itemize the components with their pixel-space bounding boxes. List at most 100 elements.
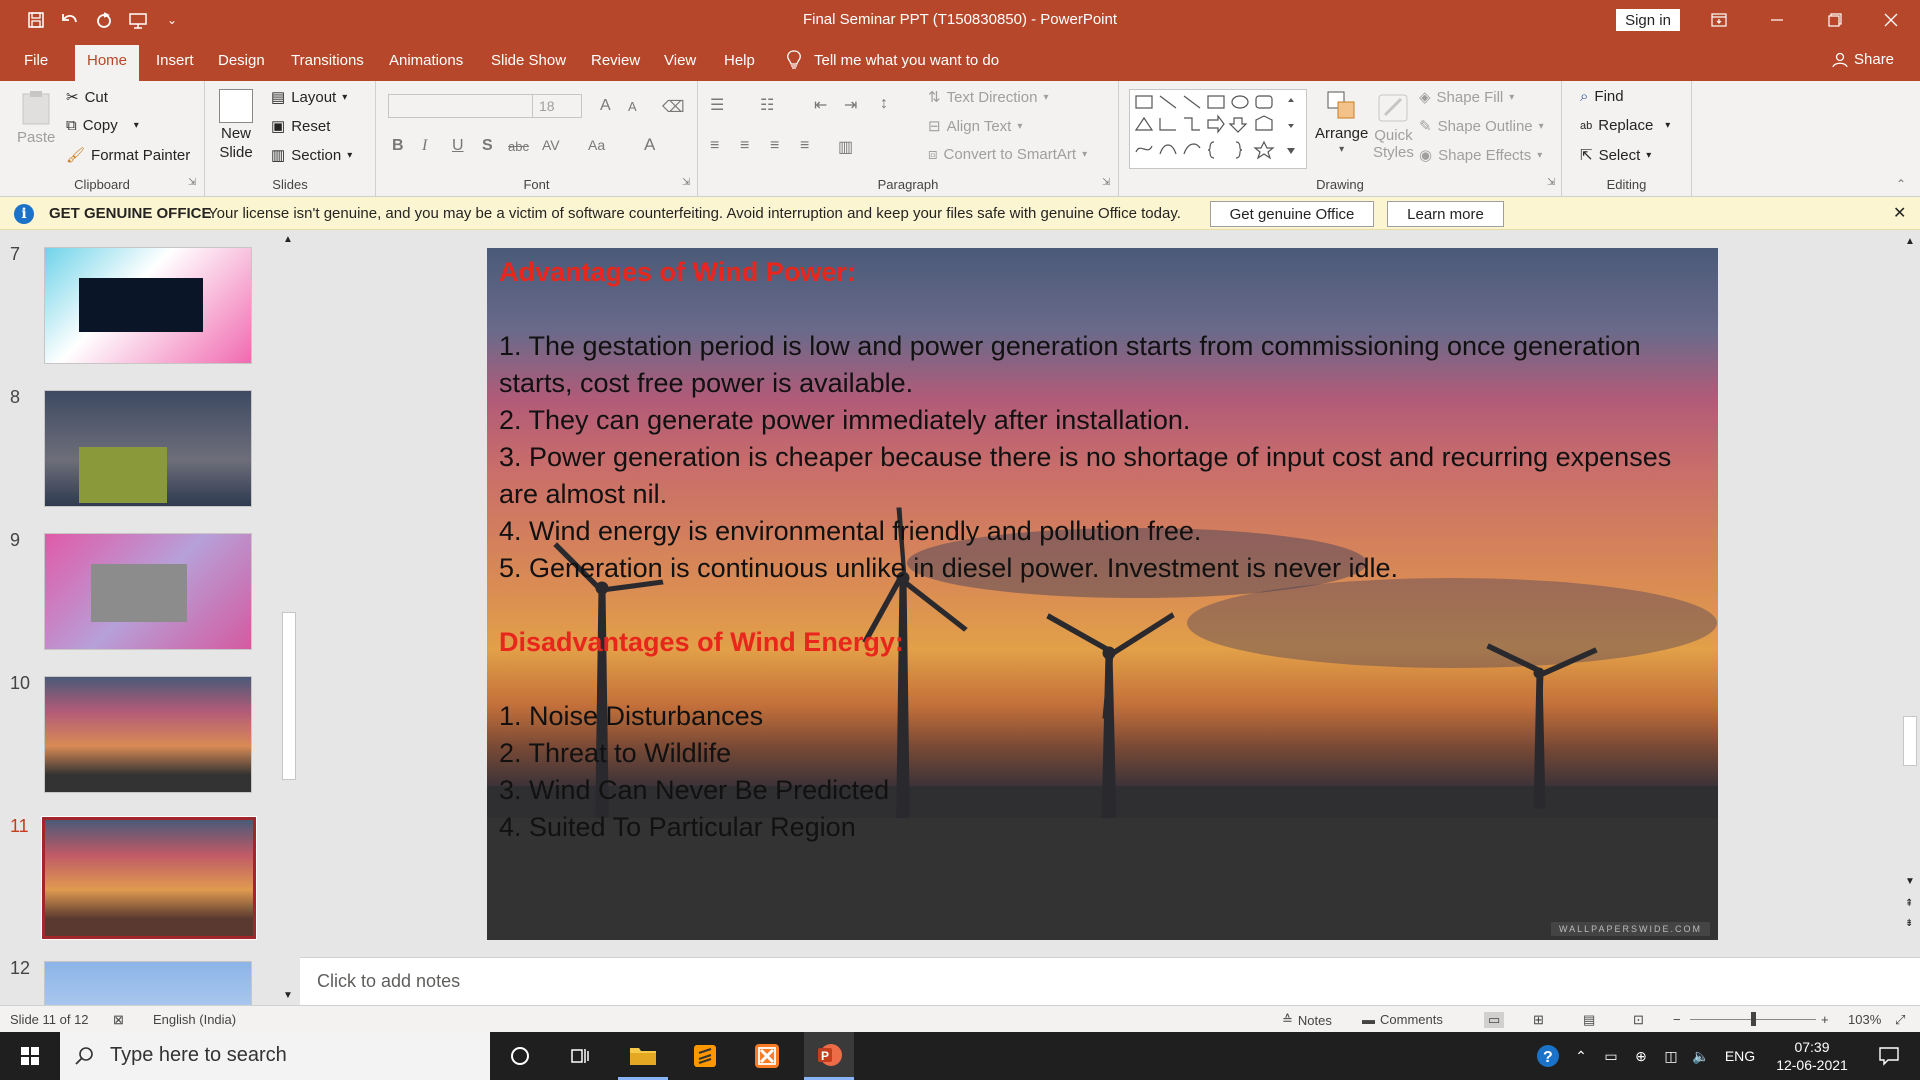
- cut-button[interactable]: ✂ Cut: [66, 88, 108, 107]
- slideshow-view-icon[interactable]: ⊡: [1633, 1012, 1644, 1028]
- taskbar-search-box[interactable]: Type here to search: [60, 1032, 490, 1080]
- scroll-down-icon[interactable]: ▼: [1905, 876, 1915, 887]
- dialog-launcher-icon[interactable]: ⇲: [1102, 177, 1110, 188]
- arrange-button[interactable]: Arrange ▾: [1315, 89, 1368, 155]
- next-slide-icon[interactable]: ⇟: [1905, 918, 1913, 929]
- shrink-font-icon[interactable]: A: [628, 99, 637, 114]
- thumbnail-scrollbar[interactable]: ▲ ▼: [279, 230, 297, 1005]
- increase-indent-icon[interactable]: ⇥: [844, 95, 857, 115]
- tell-me-box[interactable]: Tell me what you want to do: [786, 50, 999, 70]
- restore-icon[interactable]: [1812, 0, 1858, 40]
- change-case-button[interactable]: Aa: [588, 137, 605, 153]
- speaker-icon[interactable]: 🔈: [1688, 1032, 1714, 1080]
- convert-smartart-button[interactable]: ⧈ Convert to SmartArt ▾: [928, 146, 1087, 163]
- font-color-button[interactable]: A: [644, 135, 655, 155]
- comments-button[interactable]: ▬ Comments: [1362, 1012, 1443, 1027]
- windows-start-icon[interactable]: [5, 1032, 55, 1080]
- align-center-icon[interactable]: ≡: [740, 137, 749, 155]
- show-hidden-icons-icon[interactable]: ⌃: [1570, 1032, 1592, 1080]
- share-button[interactable]: Share: [1832, 51, 1894, 68]
- xampp-icon[interactable]: [742, 1032, 792, 1080]
- zoom-in-icon[interactable]: +: [1821, 1012, 1829, 1027]
- dialog-launcher-icon[interactable]: ⇲: [1547, 177, 1555, 188]
- shape-fill-button[interactable]: ◈ Shape Fill ▾: [1419, 88, 1514, 107]
- justify-icon[interactable]: ≡: [800, 137, 809, 155]
- tab-insert[interactable]: Insert: [156, 52, 194, 69]
- previous-slide-icon[interactable]: ⇞: [1905, 898, 1913, 909]
- shapes-gallery[interactable]: [1129, 89, 1307, 169]
- slide-scrollbar[interactable]: ▲ ▼ ⇞ ⇟: [1900, 230, 1920, 957]
- shape-effects-button[interactable]: ◉ Shape Effects ▾: [1419, 146, 1542, 165]
- scroll-up-icon[interactable]: ▲: [1905, 236, 1915, 247]
- cortana-icon[interactable]: [495, 1032, 545, 1080]
- tab-view[interactable]: View: [664, 52, 696, 69]
- tab-slide-show[interactable]: Slide Show: [491, 52, 566, 69]
- fit-to-window-icon[interactable]: ⤢: [1895, 1012, 1905, 1028]
- get-genuine-office-button[interactable]: Get genuine Office: [1210, 201, 1374, 227]
- globe-icon[interactable]: ⊕: [1628, 1032, 1654, 1080]
- select-button[interactable]: ⇱ Select ▾: [1580, 146, 1651, 165]
- slide-thumbnail-11[interactable]: [41, 816, 257, 940]
- decrease-indent-icon[interactable]: ⇤: [814, 95, 827, 115]
- language-indicator[interactable]: English (India): [153, 1012, 236, 1027]
- bullets-icon[interactable]: ☰: [710, 95, 724, 115]
- reading-view-icon[interactable]: ▤: [1583, 1012, 1595, 1028]
- font-name-combo[interactable]: [388, 94, 533, 118]
- tab-design[interactable]: Design: [218, 52, 265, 69]
- slide-sorter-icon[interactable]: ⊞: [1533, 1012, 1544, 1028]
- section-button[interactable]: ▥ Section ▾: [271, 146, 352, 165]
- zoom-slider-thumb[interactable]: [1751, 1012, 1756, 1026]
- scroll-up-icon[interactable]: ▲: [283, 234, 293, 245]
- tab-transitions[interactable]: Transitions: [291, 52, 364, 69]
- line-spacing-icon[interactable]: ↕: [880, 95, 888, 113]
- close-icon[interactable]: ✕: [1893, 203, 1906, 223]
- tab-home[interactable]: Home: [75, 45, 140, 81]
- learn-more-button[interactable]: Learn more: [1387, 201, 1504, 227]
- text-shadow-button[interactable]: S: [482, 137, 493, 155]
- input-language-indicator[interactable]: ENG: [1720, 1032, 1760, 1080]
- align-text-button[interactable]: ⊟ Align Text ▾: [928, 117, 1022, 136]
- italic-button[interactable]: I: [422, 137, 427, 155]
- bold-button[interactable]: B: [392, 137, 404, 155]
- collapse-ribbon-icon[interactable]: ⌃: [1896, 177, 1906, 191]
- scrollbar-thumb[interactable]: [282, 612, 296, 780]
- scroll-down-icon[interactable]: ▼: [283, 990, 293, 1001]
- network-icon[interactable]: ◫: [1658, 1032, 1684, 1080]
- close-icon[interactable]: [1868, 0, 1914, 40]
- task-view-icon[interactable]: [555, 1032, 605, 1080]
- font-size-combo[interactable]: 18: [532, 94, 582, 118]
- align-left-icon[interactable]: ≡: [710, 137, 719, 155]
- battery-icon[interactable]: ▭: [1598, 1032, 1624, 1080]
- reset-button[interactable]: ▣ Reset: [271, 117, 330, 136]
- notes-pane[interactable]: Click to add notes: [300, 957, 1920, 1005]
- slide-thumbnail-12[interactable]: [44, 961, 252, 1005]
- clock[interactable]: 07:39 12-06-2021: [1764, 1032, 1860, 1080]
- tab-animations[interactable]: Animations: [389, 52, 463, 69]
- shape-outline-button[interactable]: ✎ Shape Outline ▾: [1419, 117, 1544, 136]
- tab-file[interactable]: File: [24, 52, 48, 69]
- dialog-launcher-icon[interactable]: ⇲: [188, 177, 196, 188]
- slide-thumbnail-8[interactable]: [44, 390, 252, 507]
- spell-check-icon[interactable]: ⊠: [113, 1012, 124, 1028]
- grow-font-icon[interactable]: A: [600, 97, 611, 115]
- tab-help[interactable]: Help: [724, 52, 755, 69]
- file-explorer-icon[interactable]: [618, 1032, 668, 1080]
- normal-view-icon[interactable]: ▭: [1484, 1012, 1505, 1028]
- help-icon[interactable]: ?: [1531, 1032, 1565, 1080]
- slide-thumbnail-9[interactable]: [44, 533, 252, 650]
- slide-canvas[interactable]: Advantages of Wind Power: 1. The gestati…: [487, 248, 1718, 940]
- character-spacing-button[interactable]: AV: [542, 137, 560, 153]
- text-direction-button[interactable]: ⇅ Text Direction ▾: [928, 88, 1048, 107]
- slide-thumbnail-10[interactable]: [44, 676, 252, 793]
- powerpoint-icon[interactable]: P: [804, 1032, 854, 1080]
- zoom-level[interactable]: 103%: [1848, 1012, 1881, 1027]
- copy-button[interactable]: ⧉ Copy ▾: [66, 117, 139, 134]
- notifications-icon[interactable]: [1864, 1032, 1914, 1080]
- slide-thumbnail-7[interactable]: [44, 247, 252, 364]
- scrollbar-thumb[interactable]: [1903, 716, 1917, 766]
- sublime-text-icon[interactable]: [680, 1032, 730, 1080]
- sign-in-button[interactable]: Sign in: [1616, 9, 1680, 31]
- quick-styles-button[interactable]: Quick Styles: [1373, 89, 1414, 161]
- columns-icon[interactable]: ▥: [838, 137, 853, 157]
- ribbon-display-options-icon[interactable]: [1696, 0, 1742, 40]
